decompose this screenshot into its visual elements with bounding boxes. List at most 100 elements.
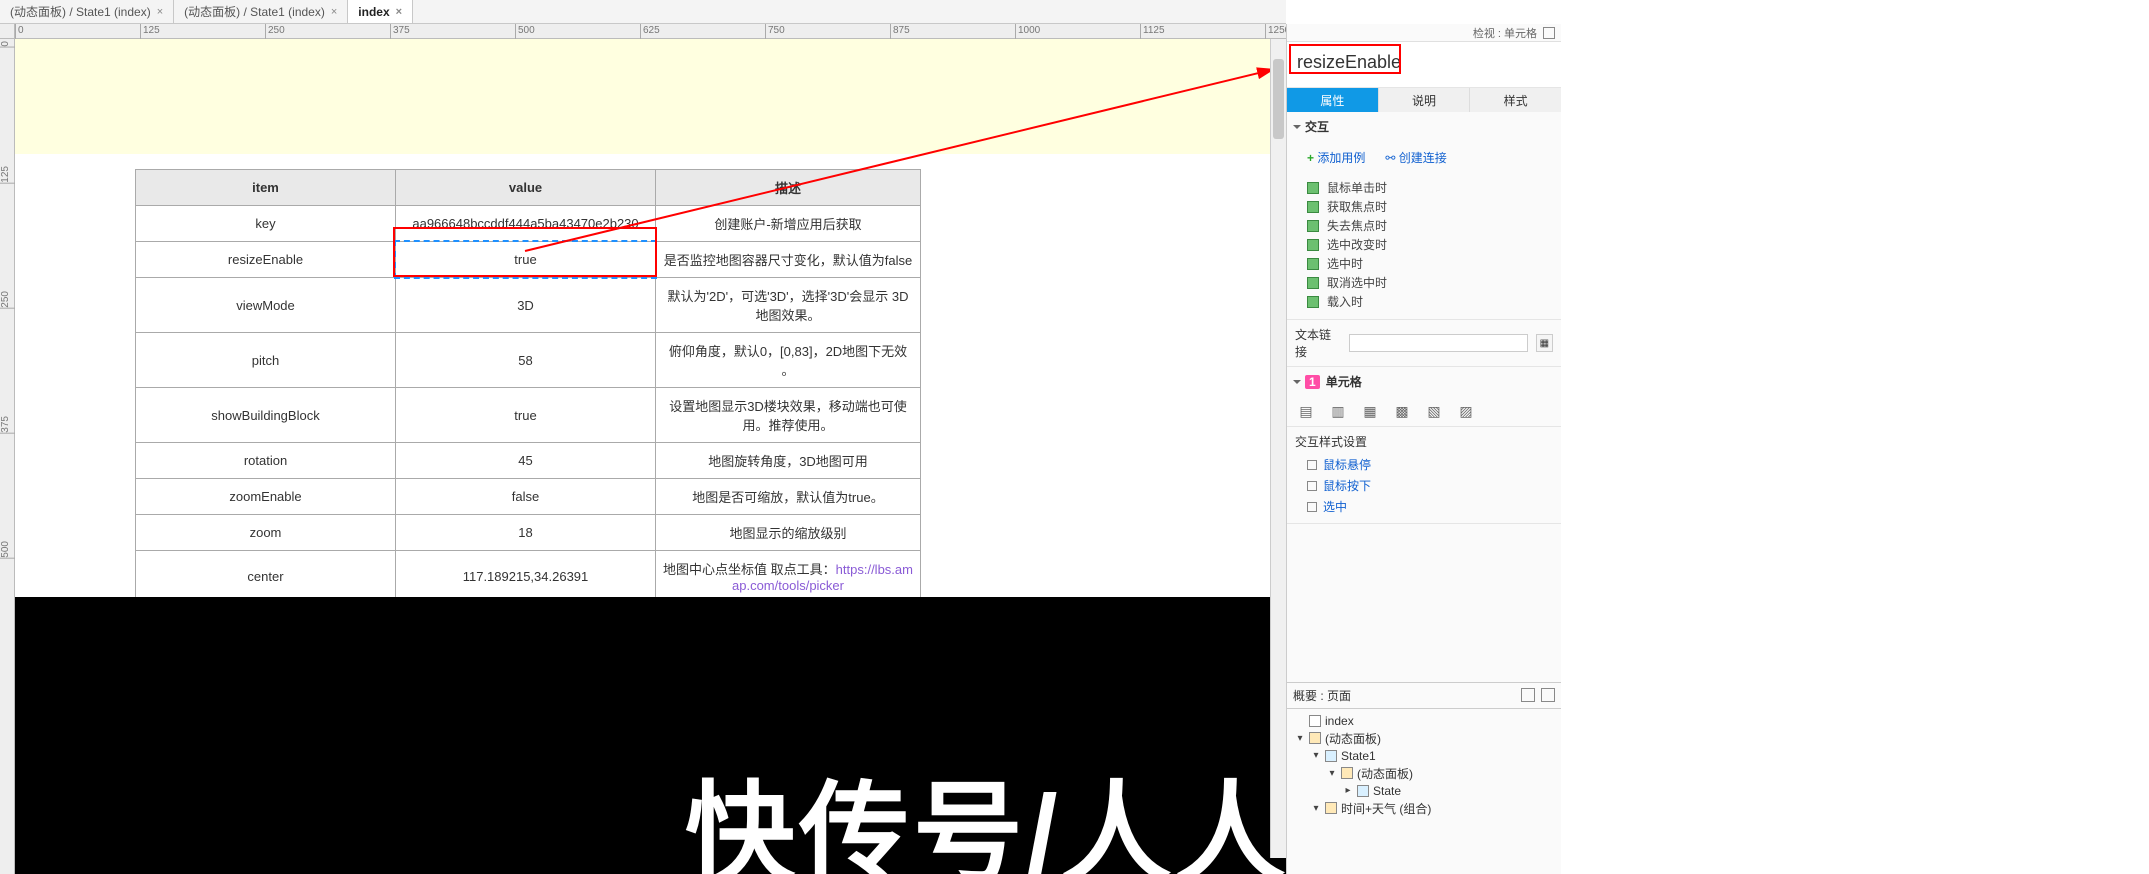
scrollbar-thumb[interactable] xyxy=(1273,59,1284,139)
table-cell-desc[interactable]: 地图旋转角度，3D地图可用 xyxy=(656,443,921,479)
table-cell-desc[interactable]: 地图显示的缩放级别 xyxy=(656,515,921,551)
table-cell-desc[interactable]: 地图中心点坐标值 取点工具：https://lbs.amap.com/tools… xyxy=(656,551,921,602)
outline-tree[interactable]: index▾(动态面板)▾State1▾(动态面板)▸State▾时间+天气 (… xyxy=(1287,709,1561,874)
inspector-panel: 检视 : 单元格 resizeEnable 属性 说明 样式 交互 + 添加用例… xyxy=(1286,24,1561,874)
table-row[interactable]: viewMode3D默认为'2D'，可选'3D'，选择'3D'会显示 3D 地图… xyxy=(136,278,921,333)
style-link[interactable]: 鼠标悬停 xyxy=(1307,456,1553,473)
table-cell-item[interactable]: zoomEnable xyxy=(136,479,396,515)
inspector-tab-notes[interactable]: 说明 xyxy=(1379,88,1471,112)
grid-icon[interactable]: ▩ xyxy=(1391,402,1413,420)
border-icon[interactable]: ▧ xyxy=(1423,402,1445,420)
search-icon[interactable] xyxy=(1541,688,1555,702)
event-row[interactable]: 失去焦点时 xyxy=(1307,216,1555,235)
event-row[interactable]: 载入时 xyxy=(1307,292,1555,311)
table-cell-item[interactable]: key xyxy=(136,206,396,242)
tree-toggle-icon[interactable]: ▾ xyxy=(1311,803,1321,814)
tree-row[interactable]: ▾State1 xyxy=(1289,748,1559,764)
scrollbar-vertical[interactable] xyxy=(1270,39,1286,858)
table-row[interactable]: showBuildingBlocktrue设置地图显示3D楼块效果，移动端也可使… xyxy=(136,388,921,443)
tab-2[interactable]: index × xyxy=(348,0,413,23)
close-icon[interactable]: × xyxy=(331,6,337,18)
close-icon[interactable]: × xyxy=(396,6,402,18)
table-cell-desc[interactable]: 创建账户-新增应用后获取 xyxy=(656,206,921,242)
table-cell-value[interactable]: 3D xyxy=(396,278,656,333)
table-cell-desc[interactable]: 俯仰角度，默认0，[0,83]，2D地图下无效 。 xyxy=(656,333,921,388)
table-cell-value[interactable]: true xyxy=(396,388,656,443)
tree-row[interactable]: ▸State xyxy=(1289,783,1559,799)
event-row[interactable]: 获取焦点时 xyxy=(1307,197,1555,216)
ruler-corner xyxy=(0,24,15,39)
table-cell-desc[interactable]: 默认为'2D'，可选'3D'，选择'3D'会显示 3D 地图效果。 xyxy=(656,278,921,333)
event-icon xyxy=(1307,220,1319,232)
table-cell-item[interactable]: resizeEnable xyxy=(136,242,396,278)
table-row[interactable]: zoom18地图显示的缩放级别 xyxy=(136,515,921,551)
create-link[interactable]: ⚯ 创建连接 xyxy=(1385,149,1446,166)
table-cell-value[interactable]: 18 xyxy=(396,515,656,551)
table-cell-item[interactable]: center xyxy=(136,551,396,602)
tree-toggle-icon[interactable]: ▾ xyxy=(1295,733,1305,744)
ruler-horizontal[interactable]: 0125250375500625750875100011251250 xyxy=(15,24,1286,39)
style-link[interactable]: 选中 xyxy=(1307,498,1553,515)
table-row[interactable]: resizeEnabletrue是否监控地图容器尺寸变化，默认值为false xyxy=(136,242,921,278)
add-case-link[interactable]: + 添加用例 xyxy=(1307,149,1365,166)
table-cell-item[interactable]: rotation xyxy=(136,443,396,479)
style-link[interactable]: 鼠标按下 xyxy=(1307,477,1553,494)
table-header[interactable]: 描述 xyxy=(656,170,921,206)
event-row[interactable]: 选中时 xyxy=(1307,254,1555,273)
ruler-vertical[interactable]: 0125250375500 xyxy=(0,39,15,874)
table-row[interactable]: pitch58俯仰角度，默认0，[0,83]，2D地图下无效 。 xyxy=(136,333,921,388)
event-row[interactable]: 取消选中时 xyxy=(1307,273,1555,292)
align-left-icon[interactable]: ▤ xyxy=(1295,402,1317,420)
table-cell-item[interactable]: pitch xyxy=(136,333,396,388)
table-cell-value[interactable]: 58 xyxy=(396,333,656,388)
canvas-content[interactable]: itemvalue描述 keyaa966648bccddf444a5ba4347… xyxy=(15,39,1286,874)
filter-icon[interactable] xyxy=(1521,688,1535,702)
ruler-mark: 500 xyxy=(0,539,15,559)
cell-section-header[interactable]: 1 单元格 xyxy=(1287,367,1561,396)
tab-0[interactable]: (动态面板) / State1 (index) × xyxy=(0,0,174,23)
table-cell-item[interactable]: showBuildingBlock xyxy=(136,388,396,443)
tree-row[interactable]: ▾(动态面板) xyxy=(1289,729,1559,748)
table-header[interactable]: item xyxy=(136,170,396,206)
text-link-clear-button[interactable]: ▦ xyxy=(1536,334,1553,352)
tree-row[interactable]: index xyxy=(1289,713,1559,729)
table-cell-desc[interactable]: 设置地图显示3D楼块效果，移动端也可使用。推荐使用。 xyxy=(656,388,921,443)
table-cell-desc[interactable]: 是否监控地图容器尺寸变化，默认值为false xyxy=(656,242,921,278)
align-right-icon[interactable]: ▦ xyxy=(1359,402,1381,420)
event-row[interactable]: 鼠标单击时 xyxy=(1307,178,1555,197)
tree-row[interactable]: ▾(动态面板) xyxy=(1289,764,1559,783)
config-table[interactable]: itemvalue描述 keyaa966648bccddf444a5ba4347… xyxy=(135,169,921,649)
tree-toggle-icon[interactable]: ▾ xyxy=(1327,768,1337,779)
event-icon xyxy=(1307,277,1319,289)
tree-toggle-icon[interactable]: ▸ xyxy=(1343,785,1353,796)
fill-icon[interactable]: ▨ xyxy=(1455,402,1477,420)
inspector-tab-style[interactable]: 样式 xyxy=(1470,88,1561,112)
table-cell-item[interactable]: zoom xyxy=(136,515,396,551)
table-row[interactable]: keyaa966648bccddf444a5ba43470e2b230创建账户-… xyxy=(136,206,921,242)
tree-node-icon xyxy=(1325,802,1337,814)
interactions-header[interactable]: 交互 xyxy=(1287,112,1561,141)
table-cell-item[interactable]: viewMode xyxy=(136,278,396,333)
table-row[interactable]: rotation45地图旋转角度，3D地图可用 xyxy=(136,443,921,479)
tree-toggle-icon[interactable]: ▾ xyxy=(1311,750,1321,761)
close-icon[interactable]: × xyxy=(157,6,163,18)
table-row[interactable]: zoomEnablefalse地图是否可缩放，默认值为true。 xyxy=(136,479,921,515)
table-cell-value[interactable]: 45 xyxy=(396,443,656,479)
table-cell-value[interactable]: false xyxy=(396,479,656,515)
table-cell-value[interactable]: 117.189215,34.26391 xyxy=(396,551,656,602)
tab-1[interactable]: (动态面板) / State1 (index) × xyxy=(174,0,348,23)
align-center-icon[interactable]: ▥ xyxy=(1327,402,1349,420)
table-header[interactable]: value xyxy=(396,170,656,206)
table-cell-value[interactable]: true xyxy=(396,242,656,278)
inspector-tab-properties[interactable]: 属性 xyxy=(1287,88,1379,112)
event-row[interactable]: 选中改变时 xyxy=(1307,235,1555,254)
text-link-input[interactable] xyxy=(1349,334,1528,352)
tree-row[interactable]: ▾时间+天气 (组合) xyxy=(1289,799,1559,818)
table-cell-value[interactable]: aa966648bccddf444a5ba43470e2b230 xyxy=(396,206,656,242)
table-row[interactable]: center117.189215,34.26391地图中心点坐标值 取点工具：h… xyxy=(136,551,921,602)
panel-popout-icon[interactable] xyxy=(1543,27,1555,39)
ruler-mark: 0 xyxy=(15,24,24,39)
table-cell-link[interactable]: https://lbs.amap.com/tools/picker xyxy=(732,562,913,593)
selection-name[interactable]: resizeEnable xyxy=(1287,42,1561,88)
table-cell-desc[interactable]: 地图是否可缩放，默认值为true。 xyxy=(656,479,921,515)
